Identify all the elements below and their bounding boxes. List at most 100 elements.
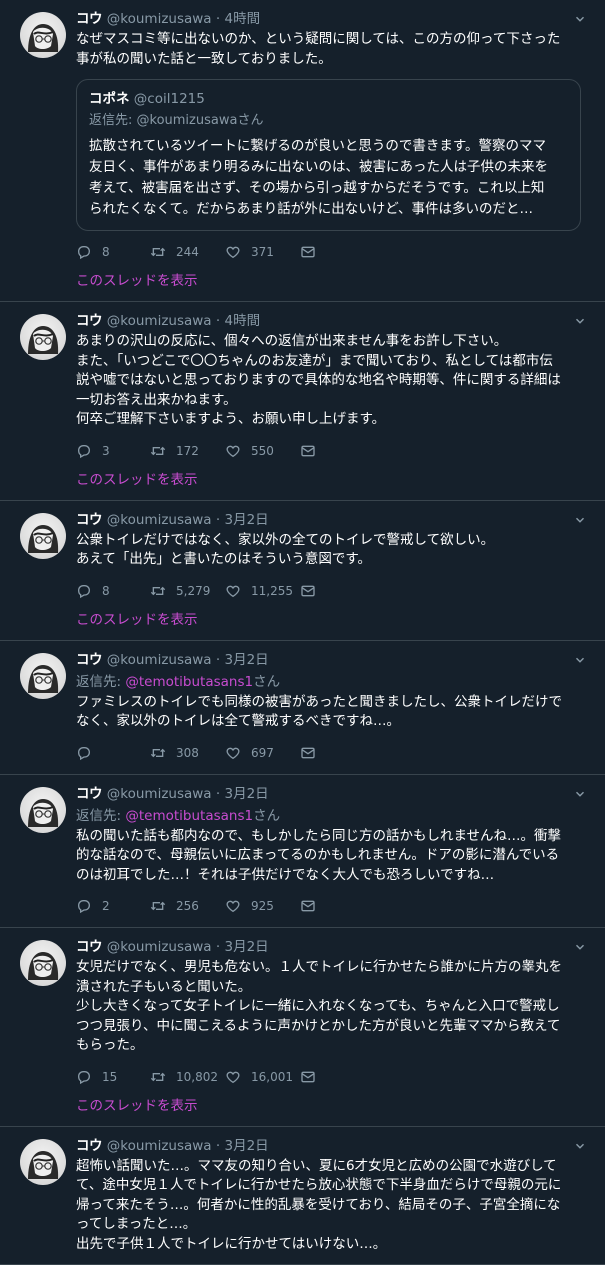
retweet-count: 172 [176, 444, 199, 458]
tweet[interactable]: コウ @koumizusawa · 4時間あまりの沢山の反応に、個々への返信が出… [0, 302, 605, 501]
share-button[interactable] [300, 583, 316, 599]
chevron-down-icon[interactable] [573, 783, 587, 805]
timestamp[interactable]: 3月2日 [224, 652, 268, 668]
tweet[interactable]: コウ @koumizusawa · 3月2日公衆トイレだけではなく、家以外の全て… [0, 501, 605, 641]
share-button[interactable] [300, 745, 316, 761]
heart-icon [225, 244, 241, 260]
like-button[interactable]: 925 [225, 898, 300, 914]
author-handle[interactable]: @koumizusawa [107, 313, 212, 329]
reply-button[interactable]: 15 [76, 1069, 150, 1085]
tweet-header: コウ @koumizusawa · 3月2日 [76, 783, 591, 805]
reply-count: 2 [102, 899, 110, 913]
retweet-button[interactable]: 172 [150, 443, 225, 459]
tweet[interactable]: コウ @koumizusawa · 3月2日女児だけでなく、男児も危ない。１人で… [0, 928, 605, 1127]
author-name[interactable]: コウ [76, 512, 102, 528]
avatar[interactable] [20, 653, 66, 699]
author-handle[interactable]: @koumizusawa [107, 11, 212, 27]
like-button[interactable]: 550 [225, 443, 300, 459]
reply-to-suffix: さん [253, 808, 280, 824]
separator: · [216, 1138, 220, 1154]
show-thread-link[interactable]: このスレッドを表示 [76, 610, 198, 630]
reply-icon [76, 443, 92, 459]
retweet-button[interactable]: 256 [150, 898, 225, 914]
author-name[interactable]: コウ [76, 11, 102, 27]
tweet-text: 超怖い話聞いた…。ママ友の知り合い、夏に6才女児と広めの公園で水遊びして て、途… [76, 1157, 591, 1255]
reply-button[interactable]: 8 [76, 244, 150, 260]
retweet-button[interactable]: 10,802 [150, 1069, 225, 1085]
timestamp[interactable]: 4時間 [224, 11, 260, 27]
avatar[interactable] [20, 940, 66, 986]
author-handle[interactable]: @koumizusawa [107, 512, 212, 528]
like-button[interactable]: 371 [225, 244, 300, 260]
author-handle[interactable]: @koumizusawa [107, 786, 212, 802]
tweet[interactable]: コウ @koumizusawa · 3月2日返信先: @temotibutasa… [0, 641, 605, 775]
separator: · [216, 652, 220, 668]
chevron-down-icon[interactable] [573, 649, 587, 671]
tweet-header: コウ @koumizusawa · 3月2日 [76, 1135, 591, 1157]
like-count: 697 [251, 746, 274, 760]
reply-icon [76, 898, 92, 914]
share-button[interactable] [300, 244, 316, 260]
reply-icon [76, 583, 92, 599]
chevron-down-icon[interactable] [573, 936, 587, 958]
author-name[interactable]: コウ [76, 786, 102, 802]
heart-icon [225, 745, 241, 761]
retweet-icon [150, 244, 166, 260]
reply-button[interactable] [76, 745, 150, 761]
avatar[interactable] [20, 1139, 66, 1185]
timestamp[interactable]: 4時間 [224, 313, 260, 329]
quoted-tweet[interactable]: コポネ @coil1215返信先: @koumizusawaさん拡散されているツ… [76, 79, 581, 231]
tweet[interactable]: コウ @koumizusawa · 3月2日超怖い話聞いた…。ママ友の知り合い、… [0, 1127, 605, 1265]
tweet-header: コウ @koumizusawa · 3月2日 [76, 649, 591, 671]
author-name[interactable]: コウ [76, 313, 102, 329]
chevron-down-icon[interactable] [573, 1135, 587, 1157]
tweet-text: あまりの沢山の反応に、個々への返信が出来ません事をお許し下さい。 また、「いつど… [76, 332, 591, 430]
retweet-count: 10,802 [176, 1070, 218, 1084]
action-bar: 15 10,802 16,001 [76, 1066, 591, 1088]
mail-icon [300, 244, 316, 260]
reply-button[interactable]: 8 [76, 583, 150, 599]
tweet-text: ファミレスのトイレでも同様の被害があったと聞きましたし、公衆トイレだけで なく、… [76, 693, 591, 732]
show-thread-link[interactable]: このスレッドを表示 [76, 470, 198, 490]
tweet[interactable]: コウ @koumizusawa · 3月2日返信先: @temotibutasa… [0, 775, 605, 929]
share-button[interactable] [300, 898, 316, 914]
show-thread-link[interactable]: このスレッドを表示 [76, 271, 198, 291]
share-button[interactable] [300, 443, 316, 459]
share-button[interactable] [300, 1069, 316, 1085]
reply-button[interactable]: 3 [76, 443, 150, 459]
show-thread-link[interactable]: このスレッドを表示 [76, 1096, 198, 1116]
reply-to-link[interactable]: @temotibutasans1 [125, 808, 253, 824]
separator: · [216, 786, 220, 802]
avatar[interactable] [20, 314, 66, 360]
reply-count: 8 [102, 245, 110, 259]
avatar[interactable] [20, 787, 66, 833]
author-name[interactable]: コウ [76, 1138, 102, 1154]
reply-to: 返信先: @temotibutasans1さん [76, 805, 591, 827]
timestamp[interactable]: 3月2日 [224, 512, 268, 528]
separator: · [216, 939, 220, 955]
reply-to-link[interactable]: @temotibutasans1 [125, 674, 253, 690]
like-button[interactable]: 16,001 [225, 1069, 300, 1085]
author-name[interactable]: コウ [76, 939, 102, 955]
retweet-button[interactable]: 244 [150, 244, 225, 260]
like-button[interactable]: 697 [225, 745, 300, 761]
reply-button[interactable]: 2 [76, 898, 150, 914]
author-handle[interactable]: @koumizusawa [107, 652, 212, 668]
author-handle[interactable]: @koumizusawa [107, 1138, 212, 1154]
timestamp[interactable]: 3月2日 [224, 939, 268, 955]
retweet-icon [150, 745, 166, 761]
timestamp[interactable]: 3月2日 [224, 786, 268, 802]
chevron-down-icon[interactable] [573, 509, 587, 531]
author-name[interactable]: コウ [76, 652, 102, 668]
avatar[interactable] [20, 12, 66, 58]
retweet-button[interactable]: 308 [150, 745, 225, 761]
chevron-down-icon[interactable] [573, 8, 587, 30]
like-button[interactable]: 11,255 [225, 583, 300, 599]
reply-count: 3 [102, 444, 110, 458]
timestamp[interactable]: 3月2日 [224, 1138, 268, 1154]
retweet-button[interactable]: 5,279 [150, 583, 225, 599]
tweet[interactable]: コウ @koumizusawa · 4時間なぜマスコミ等に出ないのか、という疑問… [0, 0, 605, 302]
author-handle[interactable]: @koumizusawa [107, 939, 212, 955]
chevron-down-icon[interactable] [573, 310, 587, 332]
avatar[interactable] [20, 513, 66, 559]
